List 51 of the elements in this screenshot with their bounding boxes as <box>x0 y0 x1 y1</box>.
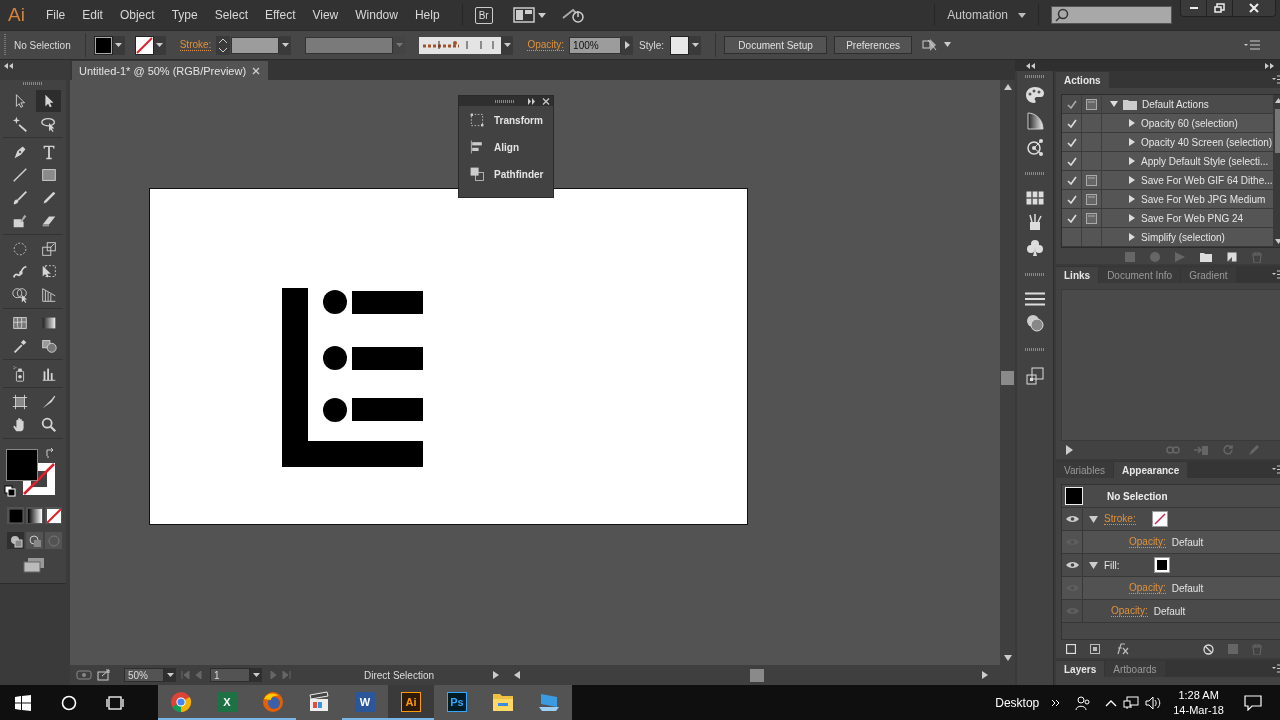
document-tab[interactable]: Untitled-1* @ 50% (RGB/Preview) <box>72 61 268 80</box>
attribute-label: Fill: <box>1104 559 1121 571</box>
attribute-link[interactable]: Stroke: <box>1104 513 1136 525</box>
style-label: Style: <box>639 39 665 51</box>
toolbar-button[interactable]: Document Setup <box>724 36 828 54</box>
panel-tab[interactable]: Links <box>1056 267 1099 283</box>
panel-item[interactable]: Transform <box>459 107 553 133</box>
toolbar-label[interactable]: Desktop <box>995 695 1040 710</box>
bridge-button[interactable]: Br <box>474 6 493 24</box>
artboard-field[interactable]: 1 <box>210 668 250 682</box>
opacity-label[interactable]: Opacity: <box>527 39 565 51</box>
menu-item[interactable]: File <box>38 8 76 22</box>
menu-item[interactable]: Help <box>407 8 450 22</box>
workspace-switcher[interactable]: Automation <box>947 8 1026 22</box>
menu-item[interactable]: Effect <box>258 8 306 22</box>
attribute-value: Default <box>1171 536 1204 548</box>
panel-tab[interactable]: Appearance <box>1113 462 1188 478</box>
attribute-value: Default <box>1153 605 1186 617</box>
stroke-label[interactable]: Stroke: <box>179 39 212 51</box>
current-tool-label: Direct Selection <box>364 669 436 681</box>
selection-title: No Selection <box>1107 490 1168 502</box>
panel-item[interactable]: Pathfinder <box>459 161 553 187</box>
spreadsheet-app-icon: X <box>217 691 237 712</box>
menu-item[interactable]: Edit <box>75 8 113 22</box>
menu-item[interactable]: View <box>305 8 349 22</box>
attribute-value: Default <box>1171 582 1204 594</box>
document-app-icon: W <box>355 691 375 712</box>
opacity-field[interactable]: 100% <box>569 36 622 54</box>
taskbar-app[interactable]: W <box>342 685 388 720</box>
clock[interactable]: 1:28 AM 14-Mar-18 <box>1173 687 1224 718</box>
menu-item[interactable]: Select <box>207 8 258 22</box>
menu-item[interactable]: Object <box>112 8 165 22</box>
panel-tab[interactable]: Document Info <box>1099 267 1181 283</box>
panel-item[interactable]: Align <box>459 134 553 160</box>
taskbar-app[interactable]: X <box>204 685 250 720</box>
panel-tab[interactable]: Variables <box>1056 462 1113 478</box>
toolbar-button[interactable]: Preferences <box>834 36 913 54</box>
panel-tab[interactable]: Gradient <box>1181 267 1236 283</box>
app-logo: Ai <box>7 4 26 26</box>
menu-item[interactable]: Type <box>164 8 208 22</box>
photo-app-icon: Ps <box>447 691 467 712</box>
menu-item[interactable]: Window <box>348 8 408 22</box>
vector-app-icon: Ai <box>401 691 421 712</box>
panel-tab[interactable]: Layers <box>1056 661 1105 677</box>
panel-tab[interactable]: Artboards <box>1105 661 1165 677</box>
zoom-field[interactable]: 50% <box>124 668 164 682</box>
panel-tab[interactable]: Actions <box>1056 72 1109 88</box>
attribute-link[interactable]: Opacity: <box>1111 605 1148 617</box>
selection-status: No Selection <box>14 39 71 51</box>
taskbar-app[interactable]: Ps <box>434 685 480 720</box>
taskbar-app[interactable]: Ai <box>388 685 434 720</box>
